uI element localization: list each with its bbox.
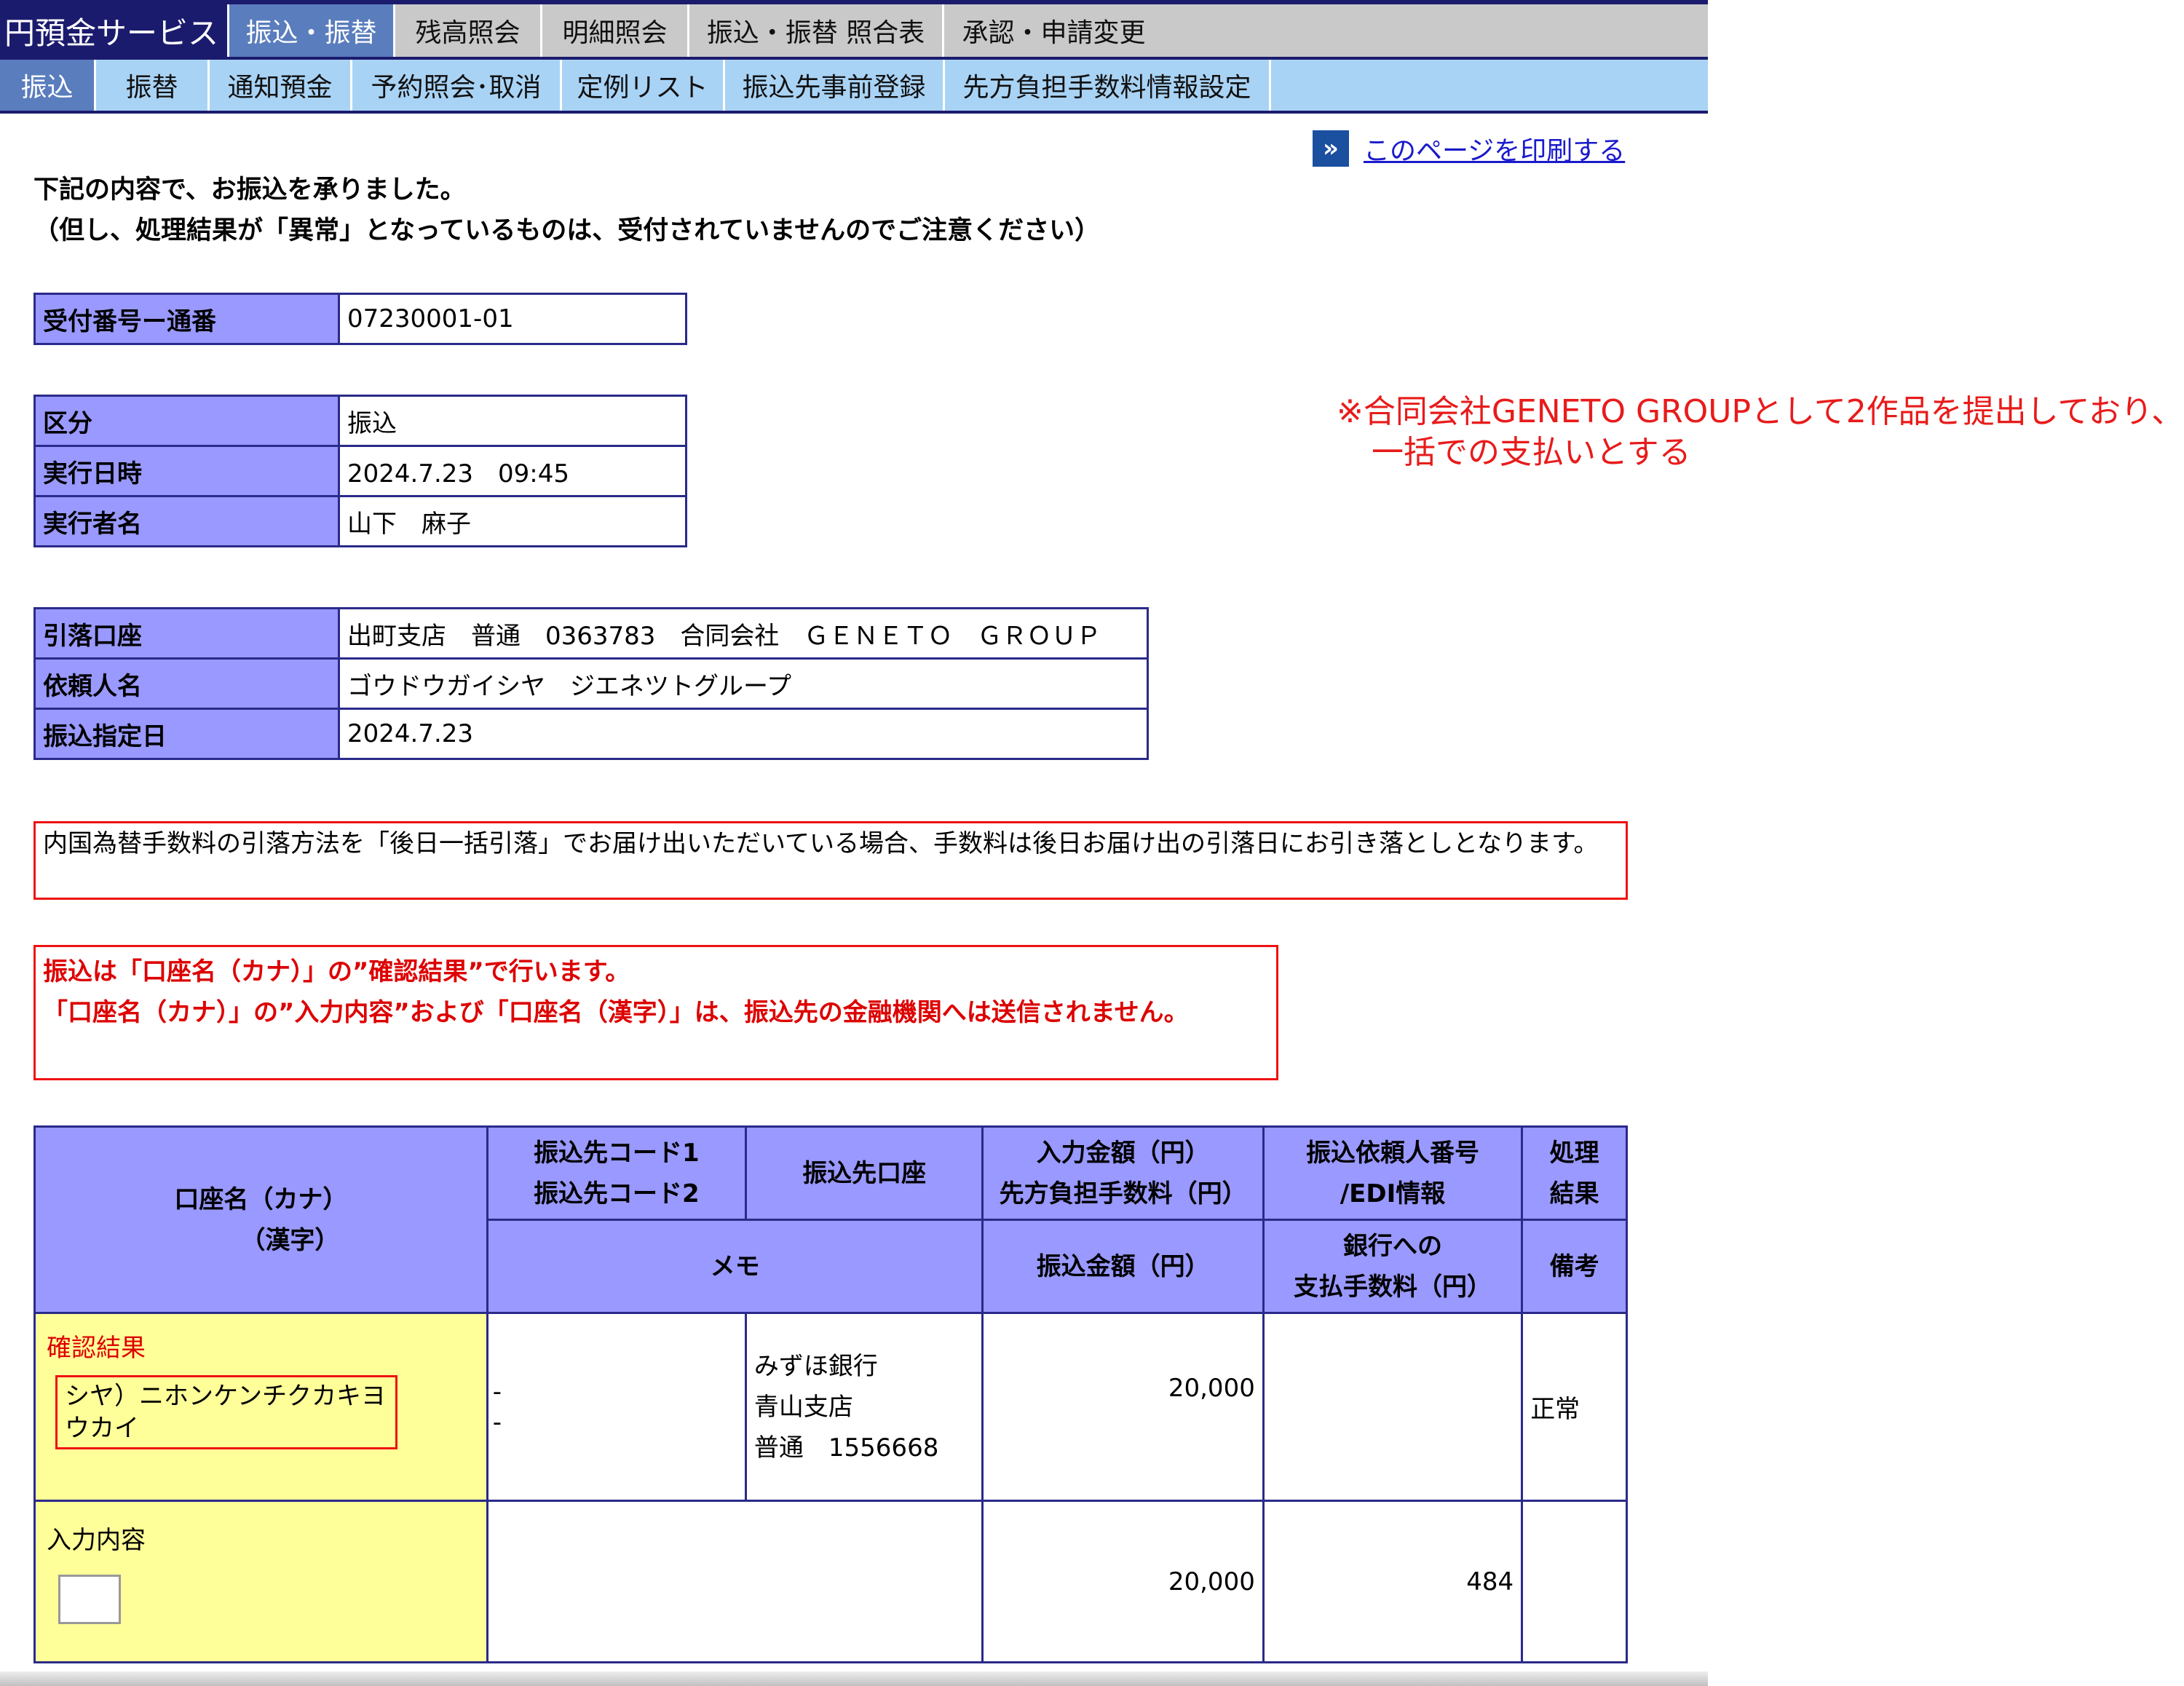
kana-notice-line2: 「口座名（カナ）」の”入力内容”および「口座名（漢字）」は、振込先の金融機関へは… [43, 998, 1189, 1027]
executor-value: 山下 麻子 [338, 495, 687, 547]
kubun-label: 区分 [33, 395, 340, 447]
debit-account-value: 出町支店 普通 0363783 合同会社 ＧＥＮＥＴＯ ＧＲＯＵＰ [338, 607, 1149, 660]
tab-statement[interactable]: 明細照会 [540, 4, 687, 57]
subtab-reservation[interactable]: 予約照会･取消 [352, 60, 562, 111]
dest-account-cell: みずほ銀行 青山支店 普通 1556668 [744, 1312, 984, 1502]
subtab-regular-list[interactable]: 定例リスト [562, 60, 725, 111]
account-number: 普通 1556668 [753, 1433, 939, 1463]
requester-value: ゴウドウガイシヤ ジエネツトグループ [338, 657, 1149, 710]
header-account-name: 口座名（カナ） （漢字） [33, 1125, 488, 1314]
subtab-furikomi[interactable]: 振込 [0, 60, 96, 111]
subtab-furikae[interactable]: 振替 [96, 60, 210, 111]
bank-fee-value: 484 [1262, 1500, 1524, 1663]
branch-name: 青山支店 [753, 1392, 853, 1422]
receipt-value: 07230001-01 [338, 293, 687, 345]
subtab-notice-deposit[interactable]: 通知預金 [210, 60, 352, 111]
sub-navigation: 振込 振替 通知預金 予約照会･取消 定例リスト 振込先事前登録 先方負担手数料… [0, 57, 1708, 114]
transfer-detail-table: 口座名（カナ） （漢字） 振込先コード1 振込先コード2 振込先口座 入力金額（… [33, 1125, 1628, 1663]
double-chevron-right-icon[interactable]: » [1313, 130, 1349, 167]
print-link-area: » このページを印刷する [1313, 130, 1625, 167]
subtab-payee-fee-settings[interactable]: 先方負担手数料情報設定 [945, 60, 1271, 111]
receipt-table: 受付番号ー通番 07230001-01 [33, 293, 687, 345]
result-caution: （但し、処理結果が「異常」となっているものは、受付されていませんのでご注意くださ… [33, 216, 1101, 245]
kubun-value: 振込 [338, 395, 687, 447]
red-annotation: ※合同会社GENETO GROUPとして2作品を提出しており、 一括での支払いと… [1337, 392, 2183, 473]
header-remarks: 備考 [1521, 1219, 1628, 1314]
remarks-cell [1521, 1500, 1628, 1663]
print-page-link[interactable]: このページを印刷する [1364, 130, 1625, 167]
executor-label: 実行者名 [33, 495, 340, 547]
empty-input-box [58, 1575, 121, 1624]
annotation-line1: ※合同会社GENETO GROUPとして2作品を提出しており、 [1337, 393, 2184, 430]
kana-notice-line1: 振込は「口座名（カナ）」の”確認結果”で行います。 [43, 957, 630, 986]
header-input-amount: 入力金額（円） 先方負担手数料（円） [981, 1125, 1265, 1221]
header-dest-account: 振込先口座 [744, 1125, 984, 1221]
requester-number-cell [1262, 1312, 1524, 1502]
debit-account-label: 引落口座 [33, 607, 340, 660]
table-row: 入力内容 20,000 484 [33, 1500, 1628, 1663]
fee-notice: 内国為替手数料の引落方法を「後日一括引落」でお届け出いただいている場合、手数料は… [33, 821, 1628, 900]
service-title: 円預金サービス [0, 4, 227, 57]
memo-cell [486, 1500, 984, 1663]
subtab-pre-registration[interactable]: 振込先事前登録 [725, 60, 945, 111]
datetime-value: 2024.7.23 09:45 [338, 445, 687, 497]
account-table: 引落口座 出町支店 普通 0363783 合同会社 ＧＥＮＥＴＯ ＧＲＯＵＰ 依… [33, 607, 1149, 760]
receipt-label: 受付番号ー通番 [33, 293, 340, 345]
window-bottom-edge [0, 1671, 1708, 1686]
tab-balance[interactable]: 残高照会 [393, 4, 540, 57]
table-row: 確認結果 シヤ）ニホンケンチクカキヨウカイ - - みずほ銀行 青山支店 普通 … [33, 1312, 1628, 1502]
tab-transfer[interactable]: 振込・振替 [227, 4, 393, 57]
transfer-date-label: 振込指定日 [33, 708, 340, 760]
input-amount-value: 20,000 [981, 1312, 1265, 1502]
code1-value: - [492, 1377, 502, 1406]
header-codes: 振込先コード1 振込先コード2 [486, 1125, 747, 1221]
result-value: 正常 [1521, 1312, 1628, 1502]
input-content-label: 入力内容 [47, 1526, 146, 1555]
transfer-date-value: 2024.7.23 [338, 708, 1149, 760]
result-message: 下記の内容で、お振込を承りました。 [33, 175, 466, 205]
confirm-result-label: 確認結果 [47, 1334, 146, 1363]
top-navigation: 円預金サービス 振込・振替 残高照会 明細照会 振込・振替 照合表 承認・申請変… [0, 0, 1708, 57]
app-window: 円預金サービス 振込・振替 残高照会 明細照会 振込・振替 照合表 承認・申請変… [0, 0, 1708, 1686]
input-content-cell: 入力内容 [33, 1500, 488, 1663]
tab-approval[interactable]: 承認・申請変更 [942, 4, 1163, 57]
execution-table: 区分 振込 実行日時 2024.7.23 09:45 実行者名 山下 麻子 [33, 395, 687, 547]
header-bank-fee: 銀行への 支払手数料（円） [1262, 1219, 1524, 1314]
codes-cell: - - [486, 1312, 747, 1502]
annotation-line2: 一括での支払いとする [1372, 434, 1691, 471]
kana-notice: 振込は「口座名（カナ）」の”確認結果”で行います。 「口座名（カナ）」の”入力内… [33, 945, 1278, 1080]
tab-reconciliation[interactable]: 振込・振替 照合表 [687, 4, 942, 57]
confirm-result-cell: 確認結果 シヤ）ニホンケンチクカキヨウカイ [33, 1312, 488, 1502]
header-memo: メモ [486, 1219, 984, 1314]
confirmed-kana-name: シヤ）ニホンケンチクカキヨウカイ [55, 1375, 397, 1449]
datetime-label: 実行日時 [33, 445, 340, 497]
requester-label: 依頼人名 [33, 657, 340, 710]
header-transfer-amount: 振込金額（円） [981, 1219, 1265, 1314]
transfer-amount-value: 20,000 [981, 1500, 1265, 1663]
bank-name: みずほ銀行 [753, 1351, 878, 1381]
code2-value: - [492, 1407, 502, 1437]
header-result: 処理 結果 [1521, 1125, 1628, 1221]
header-requester-number: 振込依頼人番号 /EDI情報 [1262, 1125, 1524, 1221]
